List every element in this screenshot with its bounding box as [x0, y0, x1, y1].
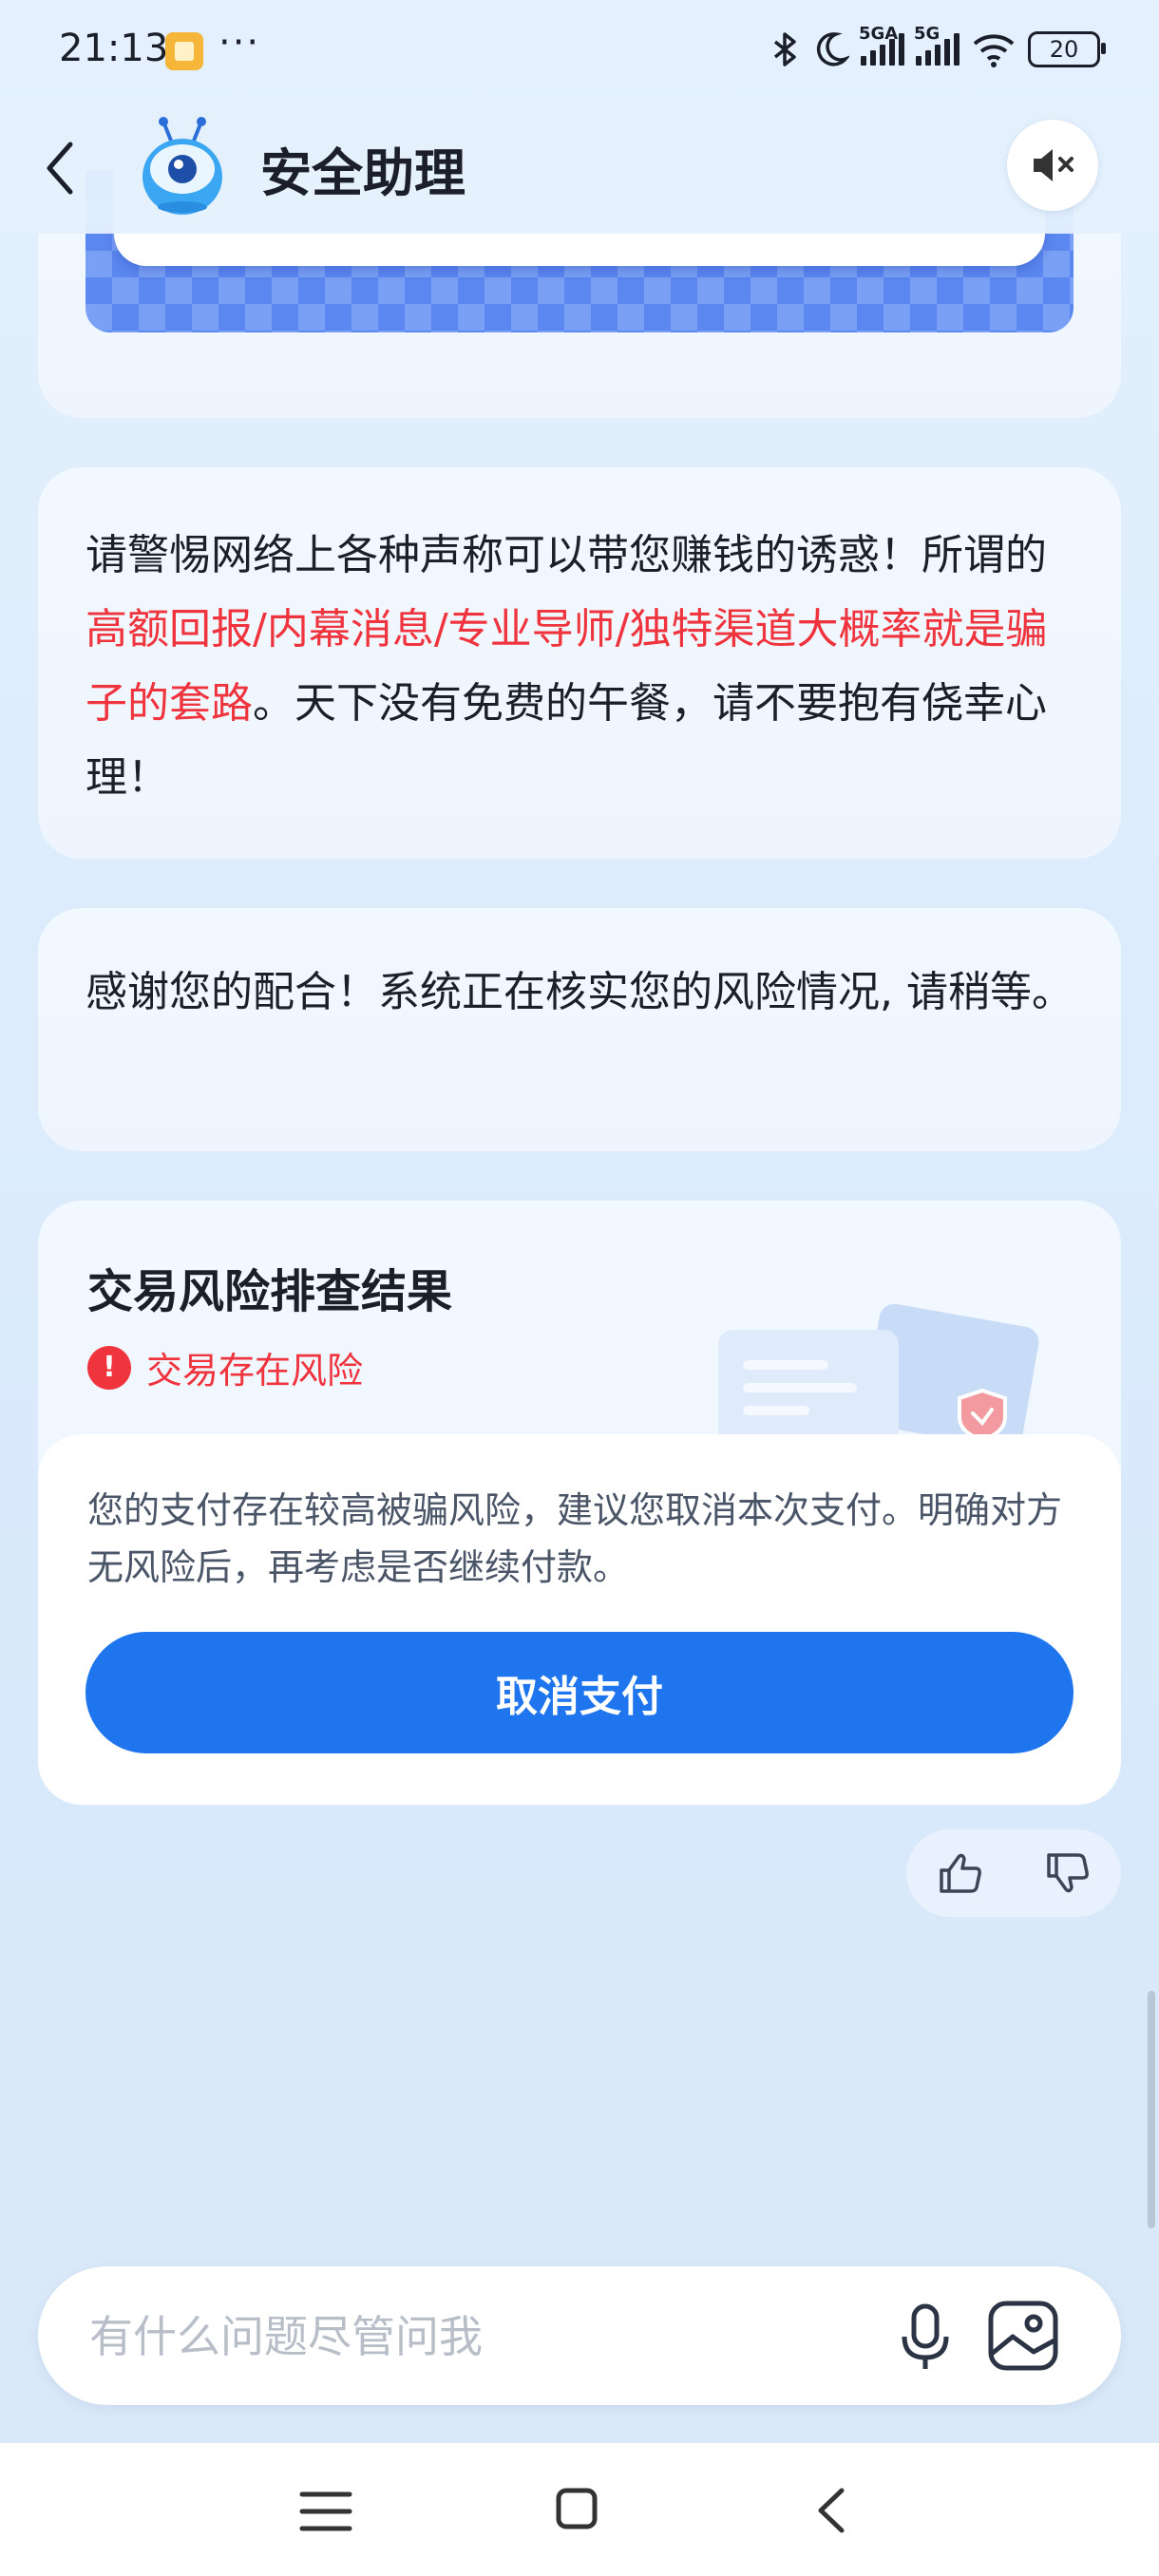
assistant-mascot-icon — [142, 117, 222, 215]
system-nav-bar — [0, 2443, 1159, 2576]
thumbs-up-icon[interactable] — [938, 1851, 983, 1895]
wifi-icon — [973, 34, 1015, 67]
chat-input-bar — [38, 2266, 1121, 2405]
warning-icon: ! — [87, 1345, 131, 1390]
app-header: 安全助理 — [0, 95, 1159, 234]
thanks-message-text: 感谢您的配合！系统正在核实您的风险情况, 请稍等。 — [86, 968, 1074, 1016]
result-title: 交易风险排查结果 — [87, 1265, 453, 1318]
cancel-payment-button[interactable]: 取消支付 — [86, 1632, 1074, 1753]
result-status: 交易存在风险 — [146, 1350, 364, 1392]
status-time: 21:13 — [59, 27, 169, 70]
image-upload-icon[interactable] — [986, 2299, 1060, 2373]
thanks-message-card: 感谢您的配合！系统正在核实您的风险情况, 请稍等。 — [38, 908, 1121, 1151]
result-description: 您的支付存在较高被骗风险，建议您取消本次支付。明确对方无风险后，再考虑是否继续付… — [87, 1489, 1063, 1588]
speaker-mute-icon — [1034, 149, 1074, 181]
feedback-pill — [906, 1829, 1121, 1917]
more-notifications: ··· — [218, 21, 261, 65]
risk-result-card: 交易风险排查结果 ! 交易存在风险 您的支付存在较高被骗风险，建议您取消本次支付… — [38, 1201, 1121, 1805]
moon-icon — [816, 32, 849, 66]
microphone-icon[interactable] — [889, 2301, 961, 2373]
app-notification-icon — [165, 32, 203, 70]
chat-input[interactable] — [87, 2295, 851, 2378]
scrollbar[interactable] — [1148, 1991, 1155, 2228]
signal-5ga-icon: 5GA — [859, 24, 904, 66]
thumbs-down-icon[interactable] — [1045, 1851, 1091, 1895]
result-detail-panel: 您的支付存在较高被骗风险，建议您取消本次支付。明确对方无风险后，再考虑是否继续付… — [38, 1434, 1121, 1805]
status-bar: 21:13 ··· 5GA 5G 20 — [0, 0, 1159, 95]
warning-message-card: 请警惕网络上各种声称可以带您赚钱的诱惑！所谓的高额回报/内幕消息/专业导师/独特… — [38, 467, 1121, 859]
result-status-badge: ! 交易存在风险 — [87, 1341, 363, 1393]
bluetooth-icon — [773, 32, 796, 66]
chevron-left-icon[interactable] — [32, 135, 89, 201]
status-icons: 5GA 5G 20 — [770, 23, 1106, 76]
back-icon[interactable] — [811, 2485, 849, 2536]
signal-5g-icon: 5G — [914, 24, 960, 66]
menu-icon[interactable] — [298, 2487, 353, 2536]
document-shield-illustration — [718, 1303, 1039, 1448]
battery-indicator: 20 — [1028, 31, 1106, 67]
warning-message-text: 请警惕网络上各种声称可以带您赚钱的诱惑！所谓的高额回报/内幕消息/专业导师/独特… — [86, 531, 1048, 802]
home-icon[interactable] — [555, 2487, 598, 2530]
page-title: 安全助理 — [260, 143, 466, 203]
mute-button[interactable] — [1007, 120, 1098, 211]
